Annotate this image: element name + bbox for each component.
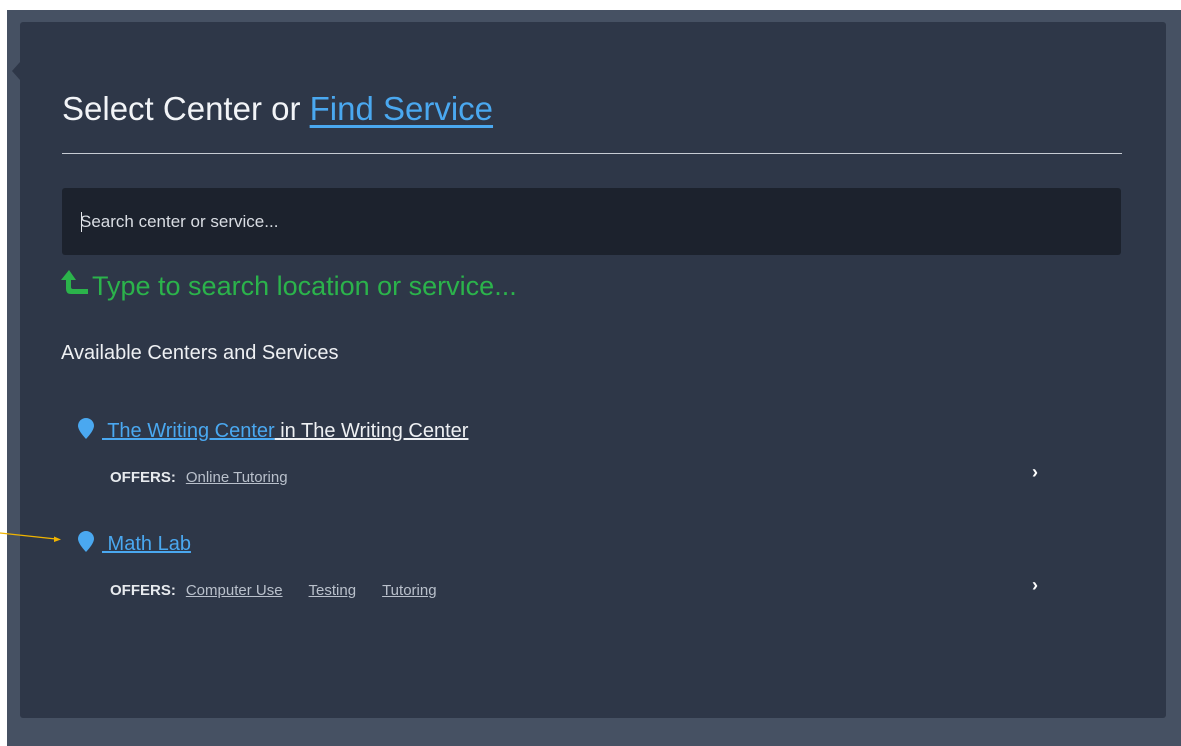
find-service-link[interactable]: Find Service	[310, 90, 493, 127]
annotation-arrow-icon	[0, 532, 61, 542]
offer-link-computer-use[interactable]: Computer Use	[186, 582, 283, 599]
title-prefix: Select Center or	[62, 90, 310, 127]
offers-row: OFFERS: Online Tutoring	[110, 469, 1118, 486]
map-pin-icon	[78, 531, 94, 558]
up-turn-arrow-icon	[60, 269, 90, 304]
search-hint-text: Type to search location or service...	[92, 271, 517, 301]
search-box	[62, 188, 1121, 255]
center-item: The Writing Center in The Writing Center…	[78, 418, 1118, 486]
search-input[interactable]	[80, 188, 1100, 255]
offer-link-testing[interactable]: Testing	[309, 582, 357, 599]
center-name-link[interactable]: Math Lab	[102, 533, 191, 555]
center-location: in The Writing Center	[274, 420, 469, 442]
offer-link-online-tutoring[interactable]: Online Tutoring	[186, 469, 288, 486]
title-divider	[62, 153, 1122, 154]
page-title: Select Center or Find Service	[62, 90, 493, 128]
offers-row: OFFERS: Computer Use Testing Tutoring	[110, 582, 1118, 599]
panel-notch	[12, 62, 20, 80]
center-name-link[interactable]: The Writing Center	[102, 420, 274, 442]
section-title: Available Centers and Services	[61, 342, 339, 364]
select-center-panel: Select Center or Find Service Type to se…	[20, 22, 1166, 718]
chevron-right-icon[interactable]: ›	[1032, 575, 1038, 596]
center-heading: The Writing Center in The Writing Center	[78, 418, 1118, 445]
offers-label: OFFERS:	[110, 582, 176, 599]
center-item: Math Lab OFFERS: Computer Use Testing Tutor…	[78, 531, 1118, 599]
center-heading: Math Lab	[78, 531, 1118, 558]
offer-link-tutoring[interactable]: Tutoring	[382, 582, 436, 599]
chevron-right-icon[interactable]: ›	[1032, 462, 1038, 483]
text-cursor	[81, 212, 82, 232]
map-pin-icon	[78, 418, 94, 445]
search-hint: Type to search location or service...	[60, 269, 517, 304]
offers-label: OFFERS:	[110, 469, 176, 486]
